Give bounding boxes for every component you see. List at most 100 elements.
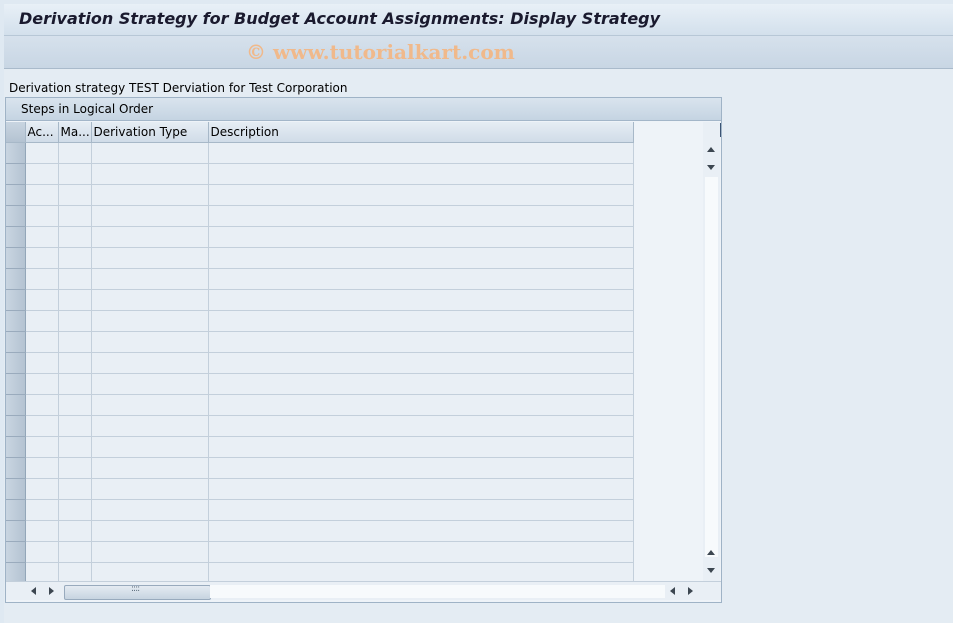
- cell-derivation-type[interactable]: [91, 289, 209, 311]
- row-selector[interactable]: [6, 562, 26, 581]
- cell-derivation-type[interactable]: [91, 247, 209, 269]
- cell-description[interactable]: [208, 142, 634, 164]
- table-row[interactable]: [6, 226, 634, 248]
- row-selector[interactable]: [6, 478, 26, 500]
- row-selector[interactable]: [6, 289, 26, 311]
- cell-description[interactable]: [208, 478, 634, 500]
- cell-description[interactable]: [208, 352, 634, 374]
- cell-ma[interactable]: [58, 163, 92, 185]
- cell-action[interactable]: [25, 205, 59, 227]
- select-all-cell[interactable]: [6, 122, 26, 143]
- cell-ma[interactable]: [58, 268, 92, 290]
- row-selector[interactable]: [6, 394, 26, 416]
- cell-ma[interactable]: [58, 394, 92, 416]
- row-selector[interactable]: [6, 415, 26, 437]
- table-row[interactable]: [6, 331, 634, 353]
- cell-derivation-type[interactable]: [91, 331, 209, 353]
- cell-description[interactable]: [208, 415, 634, 437]
- row-selector[interactable]: [6, 226, 26, 248]
- column-header-action[interactable]: Ac...: [25, 122, 59, 143]
- scroll-right-icon[interactable]: [49, 587, 54, 595]
- scroll-up-bottom-icon[interactable]: [707, 550, 715, 555]
- cell-derivation-type[interactable]: [91, 352, 209, 374]
- row-selector[interactable]: [6, 520, 26, 542]
- cell-ma[interactable]: [58, 436, 92, 458]
- cell-description[interactable]: [208, 184, 634, 206]
- table-row[interactable]: [6, 541, 634, 563]
- cell-derivation-type[interactable]: [91, 205, 209, 227]
- table-row[interactable]: [6, 520, 634, 542]
- cell-ma[interactable]: [58, 562, 92, 581]
- cell-derivation-type[interactable]: [91, 394, 209, 416]
- table-row[interactable]: [6, 289, 634, 311]
- cell-ma[interactable]: [58, 289, 92, 311]
- cell-action[interactable]: [25, 142, 59, 164]
- cell-derivation-type[interactable]: [91, 478, 209, 500]
- cell-ma[interactable]: [58, 415, 92, 437]
- cell-description[interactable]: [208, 520, 634, 542]
- cell-action[interactable]: [25, 247, 59, 269]
- cell-derivation-type[interactable]: [91, 163, 209, 185]
- cell-description[interactable]: [208, 247, 634, 269]
- table-row[interactable]: [6, 184, 634, 206]
- row-selector[interactable]: [6, 184, 26, 206]
- cell-action[interactable]: [25, 415, 59, 437]
- row-selector[interactable]: [6, 436, 26, 458]
- table-row[interactable]: [6, 415, 634, 437]
- cell-action[interactable]: [25, 226, 59, 248]
- row-selector[interactable]: [6, 310, 26, 332]
- table-row[interactable]: [6, 499, 634, 521]
- cell-description[interactable]: [208, 226, 634, 248]
- cell-ma[interactable]: [58, 310, 92, 332]
- horizontal-scrollbar[interactable]: ::::: [6, 581, 721, 600]
- cell-action[interactable]: [25, 541, 59, 563]
- cell-ma[interactable]: [58, 520, 92, 542]
- cell-action[interactable]: [25, 331, 59, 353]
- table-row[interactable]: [6, 163, 634, 185]
- column-header-derivation-type[interactable]: Derivation Type: [91, 122, 209, 143]
- row-selector[interactable]: [6, 163, 26, 185]
- cell-ma[interactable]: [58, 247, 92, 269]
- table-row[interactable]: [6, 373, 634, 395]
- table-row[interactable]: [6, 394, 634, 416]
- cell-description[interactable]: [208, 268, 634, 290]
- cell-action[interactable]: [25, 562, 59, 581]
- cell-action[interactable]: [25, 289, 59, 311]
- cell-description[interactable]: [208, 310, 634, 332]
- scroll-up-icon[interactable]: [707, 147, 715, 152]
- scroll-left-end-icon[interactable]: [670, 587, 675, 595]
- horizontal-scroll-track[interactable]: [210, 585, 665, 598]
- cell-ma[interactable]: [58, 142, 92, 164]
- cell-derivation-type[interactable]: [91, 226, 209, 248]
- cell-action[interactable]: [25, 373, 59, 395]
- row-selector[interactable]: [6, 268, 26, 290]
- cell-derivation-type[interactable]: [91, 562, 209, 581]
- cell-ma[interactable]: [58, 352, 92, 374]
- cell-derivation-type[interactable]: [91, 268, 209, 290]
- cell-derivation-type[interactable]: [91, 142, 209, 164]
- vertical-scrollbar[interactable]: [703, 122, 720, 581]
- cell-action[interactable]: [25, 457, 59, 479]
- cell-action[interactable]: [25, 394, 59, 416]
- table-row[interactable]: [6, 562, 634, 581]
- table-row[interactable]: [6, 352, 634, 374]
- cell-description[interactable]: [208, 163, 634, 185]
- cell-derivation-type[interactable]: [91, 541, 209, 563]
- column-header-description[interactable]: Description: [208, 122, 634, 143]
- cell-derivation-type[interactable]: [91, 415, 209, 437]
- cell-description[interactable]: [208, 562, 634, 581]
- row-selector[interactable]: [6, 499, 26, 521]
- cell-ma[interactable]: [58, 331, 92, 353]
- cell-ma[interactable]: [58, 373, 92, 395]
- scroll-left-icon[interactable]: [31, 587, 36, 595]
- cell-ma[interactable]: [58, 205, 92, 227]
- vertical-scroll-track[interactable]: [705, 177, 718, 557]
- cell-action[interactable]: [25, 436, 59, 458]
- cell-ma[interactable]: [58, 226, 92, 248]
- cell-description[interactable]: [208, 205, 634, 227]
- table-row[interactable]: [6, 436, 634, 458]
- table-row[interactable]: [6, 268, 634, 290]
- cell-description[interactable]: [208, 436, 634, 458]
- row-selector[interactable]: [6, 142, 26, 164]
- cell-ma[interactable]: [58, 457, 92, 479]
